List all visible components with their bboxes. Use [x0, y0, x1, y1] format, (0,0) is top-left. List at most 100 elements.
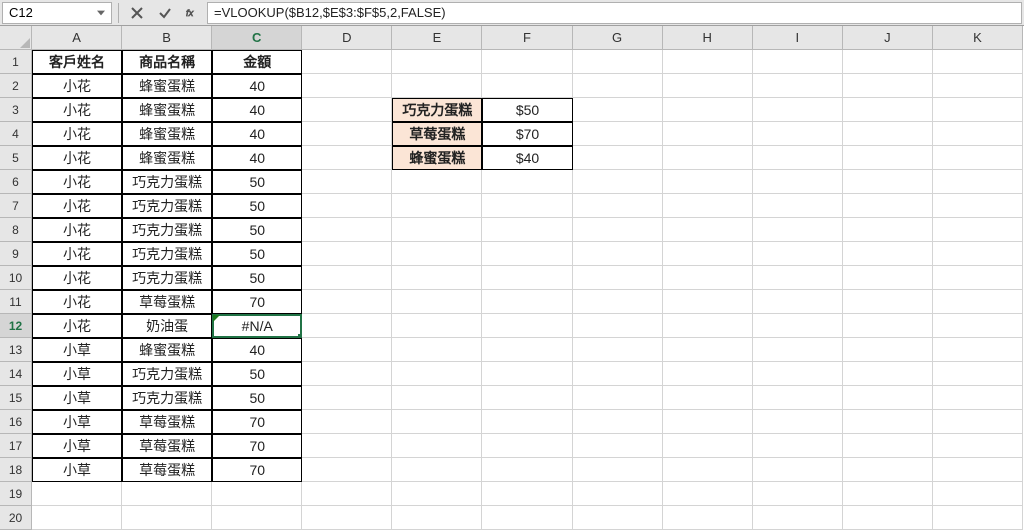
row-header-1[interactable]: 1: [0, 50, 32, 74]
cell-K17[interactable]: [933, 434, 1023, 458]
cell-I1[interactable]: [753, 50, 843, 74]
table-cell[interactable]: 小花: [32, 74, 122, 98]
cell-F1[interactable]: [482, 50, 572, 74]
cell-J13[interactable]: [843, 338, 933, 362]
cell-I11[interactable]: [753, 290, 843, 314]
table-header-C[interactable]: 金額: [212, 50, 302, 74]
lookup-label[interactable]: 蜂蜜蛋糕: [392, 146, 482, 170]
cell-H7[interactable]: [663, 194, 753, 218]
lookup-label[interactable]: 草莓蛋糕: [392, 122, 482, 146]
cell-H2[interactable]: [663, 74, 753, 98]
cancel-button[interactable]: [123, 2, 151, 24]
cell-B19[interactable]: [122, 482, 212, 506]
name-box-dropdown-icon[interactable]: [95, 7, 107, 19]
cell-J11[interactable]: [843, 290, 933, 314]
cell-D15[interactable]: [302, 386, 392, 410]
table-cell[interactable]: 小草: [32, 434, 122, 458]
cell-H19[interactable]: [663, 482, 753, 506]
cell-G7[interactable]: [573, 194, 663, 218]
cell-K3[interactable]: [933, 98, 1023, 122]
row-header-17[interactable]: 17: [0, 434, 32, 458]
formula-input[interactable]: =VLOOKUP($B12,$E$3:$F$5,2,FALSE): [207, 2, 1022, 24]
cell-H18[interactable]: [663, 458, 753, 482]
cell-F12[interactable]: [482, 314, 572, 338]
cell-E16[interactable]: [392, 410, 482, 434]
cell-G1[interactable]: [573, 50, 663, 74]
row-header-16[interactable]: 16: [0, 410, 32, 434]
cell-E12[interactable]: [392, 314, 482, 338]
cell-K9[interactable]: [933, 242, 1023, 266]
table-cell[interactable]: 蜂蜜蛋糕: [122, 98, 212, 122]
cell-D5[interactable]: [302, 146, 392, 170]
column-header-A[interactable]: A: [32, 26, 122, 50]
cell-K15[interactable]: [933, 386, 1023, 410]
column-header-I[interactable]: I: [753, 26, 843, 50]
row-header-9[interactable]: 9: [0, 242, 32, 266]
cell-F7[interactable]: [482, 194, 572, 218]
column-header-C[interactable]: C: [212, 26, 302, 50]
cell-J2[interactable]: [843, 74, 933, 98]
cell-F6[interactable]: [482, 170, 572, 194]
cell-D8[interactable]: [302, 218, 392, 242]
cell-J16[interactable]: [843, 410, 933, 434]
fx-button[interactable]: fx: [179, 2, 207, 24]
table-header-B[interactable]: 商品名稱: [122, 50, 212, 74]
cell-I4[interactable]: [753, 122, 843, 146]
table-cell[interactable]: 蜂蜜蛋糕: [122, 74, 212, 98]
row-header-12[interactable]: 12: [0, 314, 32, 338]
cell-K13[interactable]: [933, 338, 1023, 362]
spreadsheet-grid[interactable]: ABCDEFGHIJK1客戶姓名商品名稱金額2小花蜂蜜蛋糕403小花蜂蜜蛋糕40…: [0, 26, 1024, 530]
table-cell[interactable]: 40: [212, 338, 302, 362]
table-cell[interactable]: 巧克力蛋糕: [122, 218, 212, 242]
cell-I2[interactable]: [753, 74, 843, 98]
cell-E2[interactable]: [392, 74, 482, 98]
table-cell[interactable]: 小草: [32, 338, 122, 362]
table-cell[interactable]: 草莓蛋糕: [122, 410, 212, 434]
table-cell[interactable]: 40: [212, 98, 302, 122]
column-header-J[interactable]: J: [843, 26, 933, 50]
column-header-B[interactable]: B: [122, 26, 212, 50]
table-cell[interactable]: 40: [212, 122, 302, 146]
row-header-5[interactable]: 5: [0, 146, 32, 170]
cell-I15[interactable]: [753, 386, 843, 410]
table-cell[interactable]: 巧克力蛋糕: [122, 194, 212, 218]
cell-I6[interactable]: [753, 170, 843, 194]
cell-D10[interactable]: [302, 266, 392, 290]
table-cell[interactable]: 40: [212, 74, 302, 98]
name-box[interactable]: C12: [2, 2, 112, 24]
table-cell[interactable]: 50: [212, 194, 302, 218]
table-cell[interactable]: 小花: [32, 314, 122, 338]
cell-J15[interactable]: [843, 386, 933, 410]
cell-D3[interactable]: [302, 98, 392, 122]
table-cell[interactable]: 小草: [32, 410, 122, 434]
cell-K10[interactable]: [933, 266, 1023, 290]
cell-F13[interactable]: [482, 338, 572, 362]
cell-H8[interactable]: [663, 218, 753, 242]
table-cell[interactable]: 小花: [32, 218, 122, 242]
cell-G11[interactable]: [573, 290, 663, 314]
cell-E13[interactable]: [392, 338, 482, 362]
row-header-11[interactable]: 11: [0, 290, 32, 314]
table-cell[interactable]: 小草: [32, 458, 122, 482]
cell-K2[interactable]: [933, 74, 1023, 98]
table-cell[interactable]: 50: [212, 170, 302, 194]
cell-K1[interactable]: [933, 50, 1023, 74]
cell-D1[interactable]: [302, 50, 392, 74]
cell-I9[interactable]: [753, 242, 843, 266]
row-header-4[interactable]: 4: [0, 122, 32, 146]
cell-I5[interactable]: [753, 146, 843, 170]
lookup-value[interactable]: $50: [482, 98, 572, 122]
cell-J14[interactable]: [843, 362, 933, 386]
column-header-F[interactable]: F: [482, 26, 572, 50]
cell-H14[interactable]: [663, 362, 753, 386]
cell-G9[interactable]: [573, 242, 663, 266]
row-header-18[interactable]: 18: [0, 458, 32, 482]
cell-K18[interactable]: [933, 458, 1023, 482]
cell-E7[interactable]: [392, 194, 482, 218]
cell-G8[interactable]: [573, 218, 663, 242]
cell-J3[interactable]: [843, 98, 933, 122]
cell-G4[interactable]: [573, 122, 663, 146]
cell-H4[interactable]: [663, 122, 753, 146]
cell-G3[interactable]: [573, 98, 663, 122]
table-cell[interactable]: #N/A!: [212, 314, 302, 338]
